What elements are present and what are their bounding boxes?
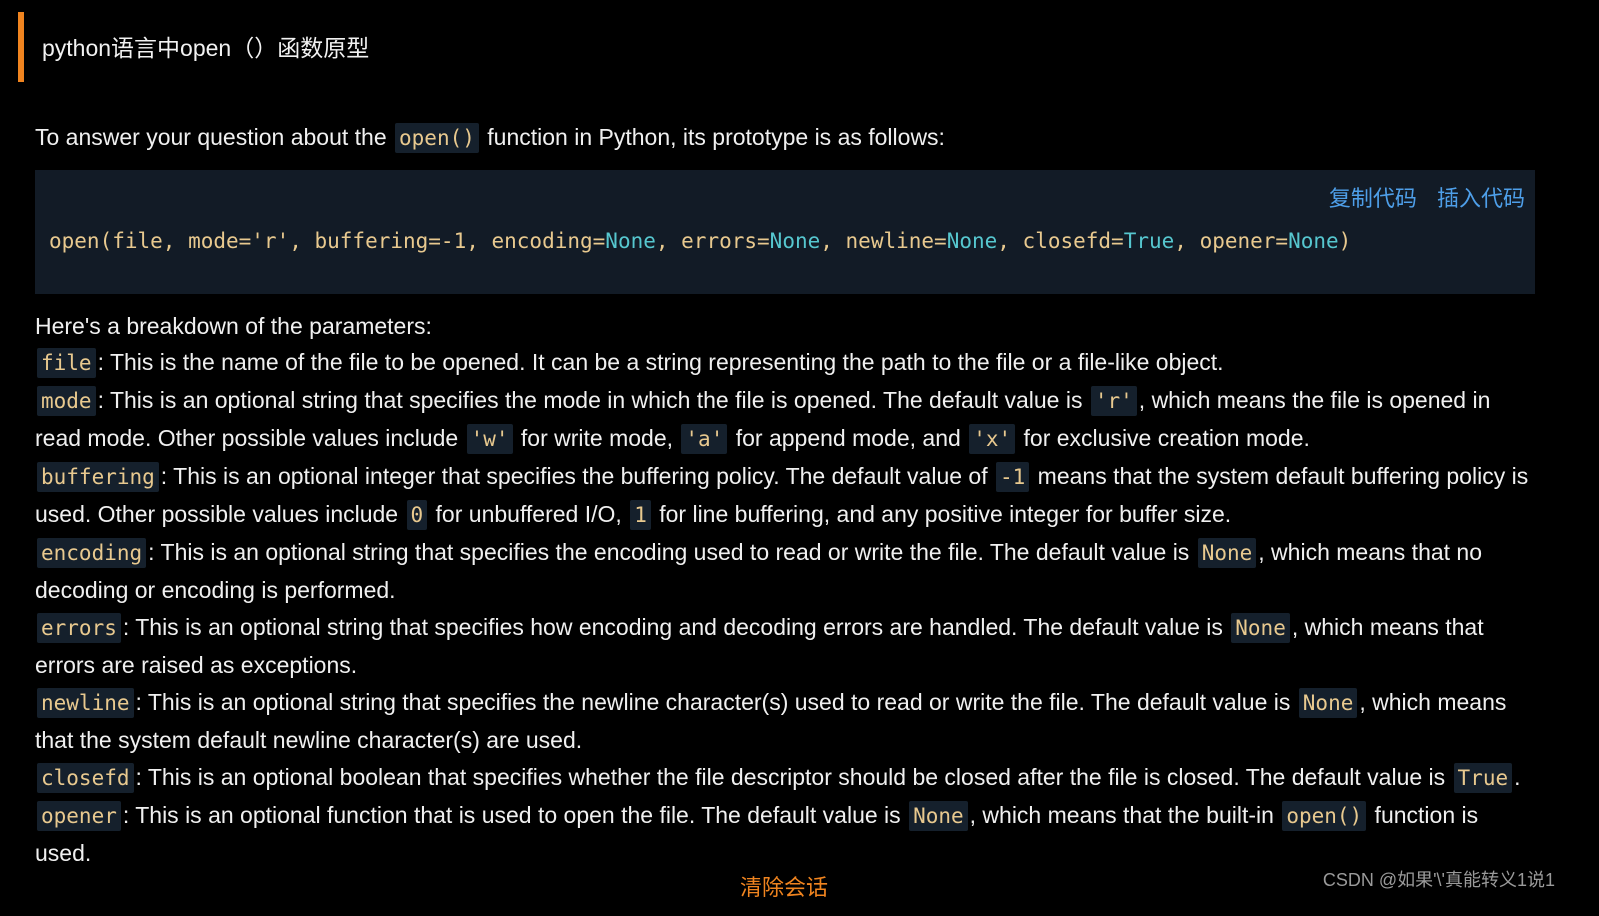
code-keyword: True	[1123, 229, 1175, 253]
inline-code: 'a'	[681, 424, 728, 454]
param-name: closefd	[37, 763, 134, 793]
param-desc: : This is an optional boolean that speci…	[135, 764, 1452, 790]
code-keyword: None	[946, 229, 998, 253]
param-desc: : This is an optional string that specif…	[135, 689, 1297, 715]
copy-code-button[interactable]: 复制代码	[1329, 186, 1417, 211]
code-keyword: None	[769, 229, 821, 253]
param-desc: for write mode,	[514, 425, 680, 451]
param-desc: : This is an optional function that is u…	[122, 802, 908, 828]
inline-code: open()	[1282, 801, 1367, 831]
code-part: open(file, mode='r', buffering=-1, encod…	[49, 229, 606, 253]
param-desc: , which means that the built-in	[969, 802, 1281, 828]
code-keyword: None	[605, 229, 656, 253]
inline-code: 'w'	[466, 424, 513, 454]
param-encoding: encoding: This is an optional string tha…	[35, 534, 1535, 609]
param-name: errors	[37, 613, 121, 643]
param-name: newline	[37, 688, 134, 718]
assistant-answer: To answer your question about the open()…	[35, 118, 1535, 872]
param-desc: for append mode, and	[729, 425, 968, 451]
param-closefd: closefd: This is an optional boolean tha…	[35, 759, 1535, 797]
param-desc: for exclusive creation mode.	[1017, 425, 1310, 451]
param-name: mode	[37, 386, 96, 416]
code-part: , closefd=	[997, 229, 1124, 253]
intro-text: To answer your question about the	[35, 124, 394, 150]
user-question: python语言中open（）函数原型	[42, 35, 370, 61]
param-name: opener	[37, 801, 121, 831]
inline-code: None	[909, 801, 968, 831]
question-accent-bar	[18, 12, 24, 82]
param-file: file: This is the name of the file to be…	[35, 344, 1535, 382]
code-actions: 复制代码 插入代码	[1315, 180, 1525, 217]
code-line: open(file, mode='r', buffering=-1, encod…	[49, 226, 1351, 256]
inline-code: -1	[996, 462, 1030, 492]
inline-code: 'r'	[1090, 386, 1137, 416]
param-name: file	[37, 348, 96, 378]
param-newline: newline: This is an optional string that…	[35, 684, 1535, 759]
answer-intro: To answer your question about the open()…	[35, 118, 1535, 156]
param-opener: opener: This is an optional function tha…	[35, 797, 1535, 872]
param-name: encoding	[37, 538, 147, 568]
param-desc: : This is an optional string that specif…	[148, 539, 1196, 565]
param-buffering: buffering: This is an optional integer t…	[35, 458, 1535, 534]
insert-code-button[interactable]: 插入代码	[1437, 186, 1525, 211]
inline-code-open: open()	[395, 123, 479, 153]
inline-code: 1	[630, 500, 651, 530]
param-errors: errors: This is an optional string that …	[35, 609, 1535, 684]
inline-code: None	[1298, 688, 1358, 718]
param-name: buffering	[37, 462, 159, 492]
code-block: 复制代码 插入代码 open(file, mode='r', buffering…	[35, 170, 1535, 294]
inline-code: None	[1197, 538, 1257, 568]
csdn-watermark: CSDN @如果'\'真能转义1说1	[1322, 870, 1555, 890]
param-desc: : This is an optional string that specif…	[122, 614, 1230, 640]
clear-conversation-button[interactable]: 清除会话	[740, 870, 828, 902]
param-desc: for unbuffered I/O,	[429, 501, 629, 527]
param-desc: : This is an optional string that specif…	[97, 387, 1089, 413]
inline-code: None	[1231, 613, 1290, 643]
param-desc: for line buffering, and any positive int…	[652, 501, 1232, 527]
inline-code: 'x'	[969, 424, 1016, 454]
code-keyword: None	[1288, 229, 1339, 253]
code-part: )	[1338, 229, 1352, 253]
param-mode: mode: This is an optional string that sp…	[35, 382, 1535, 458]
param-desc: .	[1514, 764, 1521, 790]
code-part: , newline=	[820, 229, 947, 253]
inline-code: 0	[406, 500, 428, 530]
params-heading: Here's a breakdown of the parameters:	[35, 313, 432, 339]
inline-code: True	[1453, 763, 1513, 793]
param-desc: : This is the name of the file to be ope…	[97, 349, 1224, 375]
param-desc: : This is an optional integer that speci…	[160, 463, 994, 489]
intro-text-end: function in Python, its prototype is as …	[480, 124, 945, 150]
code-part: , opener=	[1174, 229, 1289, 253]
code-part: , errors=	[655, 229, 770, 253]
